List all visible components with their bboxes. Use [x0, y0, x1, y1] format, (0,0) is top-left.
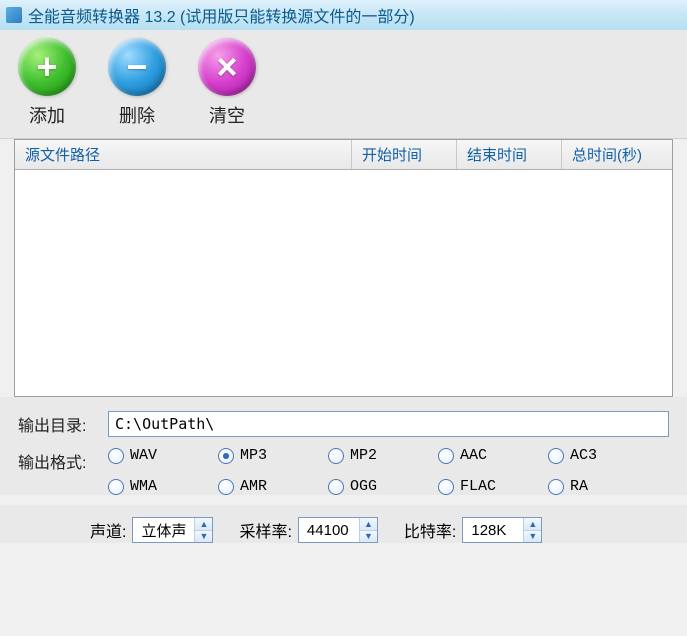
radio-icon	[548, 479, 564, 495]
plus-icon: +	[18, 38, 76, 96]
output-format-row: 输出格式: WAV MP3 MP2 AAC AC3 WMA AMR OGG FLAC RA	[18, 447, 669, 495]
radio-icon	[218, 448, 234, 464]
format-radio-label: AMR	[240, 478, 267, 495]
bitrate-spinner[interactable]: 128K ▲▼	[462, 517, 542, 543]
list-header: 源文件路径 开始时间 结束时间 总时间(秒)	[15, 140, 672, 170]
output-section: 输出目录: 输出格式: WAV MP3 MP2 AAC AC3 WMA AMR OGG FLAC…	[0, 397, 687, 495]
radio-icon	[438, 479, 454, 495]
file-list: 源文件路径 开始时间 结束时间 总时间(秒)	[14, 139, 673, 397]
list-body[interactable]	[15, 170, 672, 396]
col-total-time[interactable]: 总时间(秒)	[562, 140, 672, 169]
format-radio-label: RA	[570, 478, 588, 495]
bitrate-value: 128K	[463, 522, 523, 539]
format-radio-ac3[interactable]: AC3	[548, 447, 658, 464]
format-radio-label: MP3	[240, 447, 267, 464]
radio-icon	[108, 448, 124, 464]
delete-button[interactable]: − 删除	[108, 38, 166, 128]
samplerate-label: 采样率:	[239, 518, 291, 542]
format-radio-flac[interactable]: FLAC	[438, 478, 548, 495]
delete-label: 删除	[119, 102, 155, 128]
radio-icon	[438, 448, 454, 464]
samplerate-spinner[interactable]: 44100 ▲▼	[298, 517, 378, 543]
add-button[interactable]: + 添加	[18, 38, 76, 128]
format-radio-mp3[interactable]: MP3	[218, 447, 328, 464]
format-radio-label: AAC	[460, 447, 487, 464]
channel-value: 立体声	[133, 520, 194, 541]
col-start-time[interactable]: 开始时间	[352, 140, 457, 169]
app-icon	[6, 7, 22, 23]
clear-button[interactable]: × 清空	[198, 38, 256, 128]
titlebar: 全能音频转换器 13.2 (试用版只能转换源文件的一部分)	[0, 0, 687, 30]
clear-label: 清空	[209, 102, 245, 128]
channel-spinner[interactable]: 立体声 ▲▼	[132, 517, 213, 543]
toolbar: + 添加 − 删除 × 清空	[0, 30, 687, 139]
channel-label: 声道:	[90, 518, 126, 542]
format-radio-label: WMA	[130, 478, 157, 495]
radio-icon	[328, 448, 344, 464]
minus-icon: −	[108, 38, 166, 96]
radio-icon	[218, 479, 234, 495]
format-radio-amr[interactable]: AMR	[218, 478, 328, 495]
spinner-arrows-icon[interactable]: ▲▼	[359, 518, 377, 542]
format-radio-ogg[interactable]: OGG	[328, 478, 438, 495]
spinner-arrows-icon[interactable]: ▲▼	[523, 518, 541, 542]
format-radio-aac[interactable]: AAC	[438, 447, 548, 464]
col-source-path[interactable]: 源文件路径	[15, 140, 352, 169]
format-radio-wav[interactable]: WAV	[108, 447, 218, 464]
output-format-label: 输出格式:	[18, 447, 108, 473]
format-radio-label: FLAC	[460, 478, 496, 495]
add-label: 添加	[29, 102, 65, 128]
radio-icon	[328, 479, 344, 495]
window-title: 全能音频转换器 13.2 (试用版只能转换源文件的一部分)	[28, 3, 415, 27]
col-end-time[interactable]: 结束时间	[457, 140, 562, 169]
output-dir-input[interactable]	[108, 411, 669, 437]
format-radio-mp2[interactable]: MP2	[328, 447, 438, 464]
format-radio-wma[interactable]: WMA	[108, 478, 218, 495]
spinner-arrows-icon[interactable]: ▲▼	[194, 518, 212, 542]
format-radio-label: MP2	[350, 447, 377, 464]
close-icon: ×	[198, 38, 256, 96]
output-dir-label: 输出目录:	[18, 412, 108, 436]
bitrate-label: 比特率:	[404, 518, 456, 542]
format-radio-group: WAV MP3 MP2 AAC AC3 WMA AMR OGG FLAC RA	[108, 447, 658, 495]
samplerate-value: 44100	[299, 522, 359, 539]
format-radio-label: AC3	[570, 447, 597, 464]
radio-icon	[548, 448, 564, 464]
radio-icon	[108, 479, 124, 495]
format-radio-label: OGG	[350, 478, 377, 495]
audio-settings-row: 声道: 立体声 ▲▼ 采样率: 44100 ▲▼ 比特率: 128K ▲▼	[0, 505, 687, 543]
format-radio-label: WAV	[130, 447, 157, 464]
output-dir-row: 输出目录:	[18, 411, 669, 437]
format-radio-ra[interactable]: RA	[548, 478, 658, 495]
